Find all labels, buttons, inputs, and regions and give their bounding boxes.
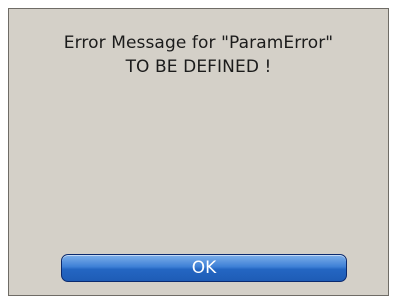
ok-button[interactable]: OK: [61, 254, 347, 282]
error-dialog: Error Message for "ParamError" TO BE DEF…: [8, 8, 389, 296]
error-message: Error Message for "ParamError" TO BE DEF…: [9, 31, 388, 79]
error-message-line-1: Error Message for "ParamError": [63, 33, 334, 53]
error-message-line-2: TO BE DEFINED !: [125, 57, 272, 77]
